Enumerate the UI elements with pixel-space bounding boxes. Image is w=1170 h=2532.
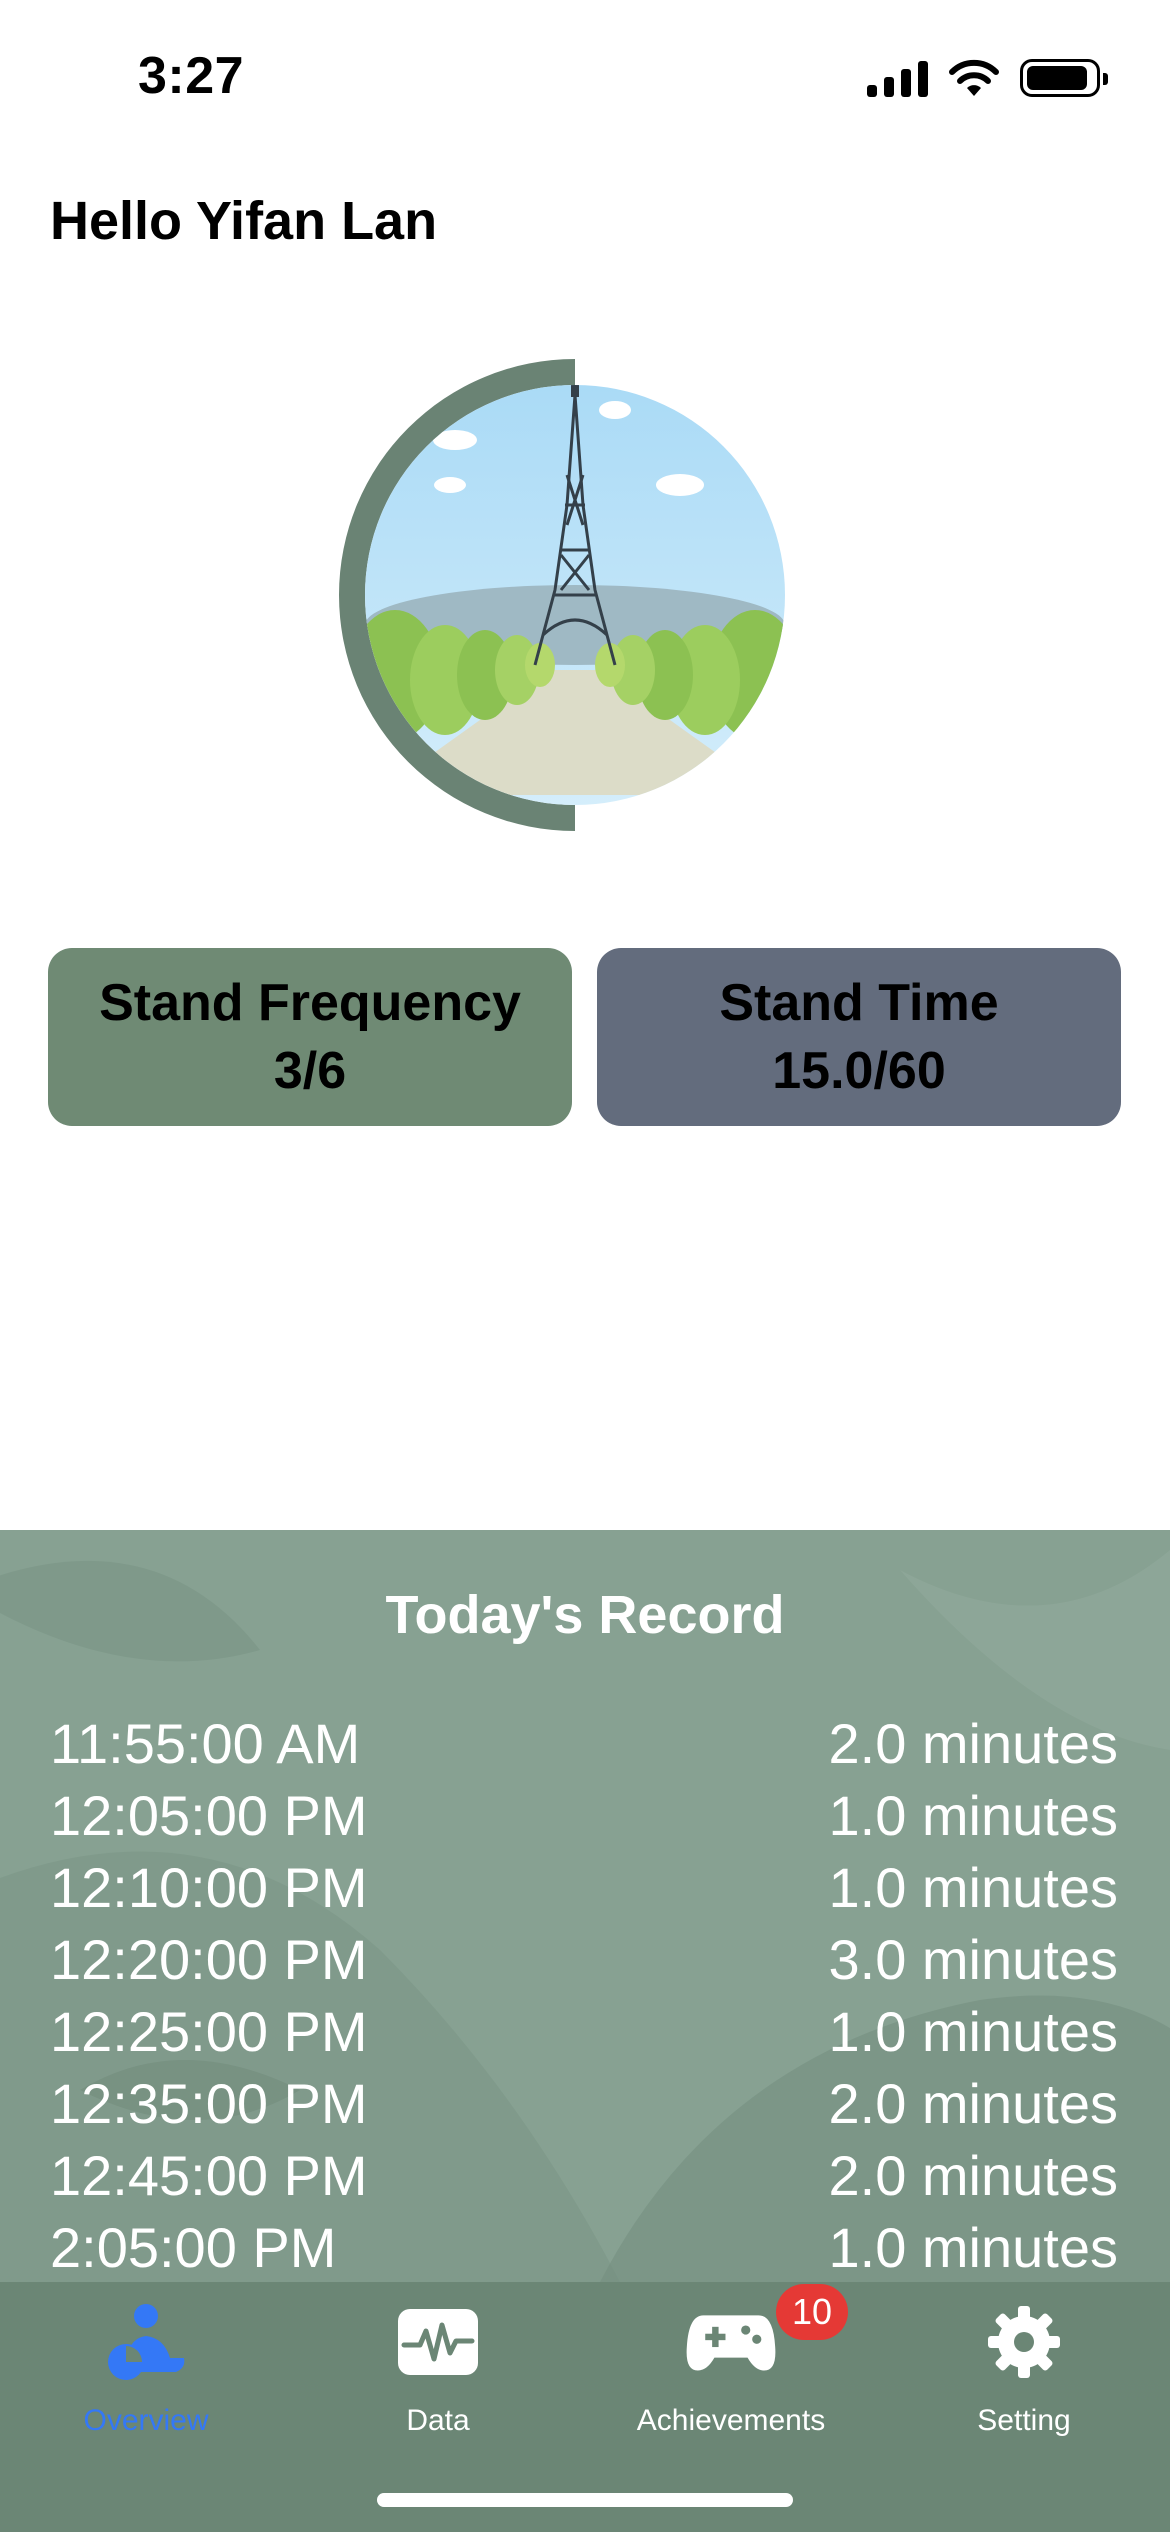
person-chart-icon — [100, 2302, 192, 2382]
progress-ring — [335, 355, 815, 845]
record-time: 12:45:00 PM — [50, 2144, 368, 2207]
home-indicator — [377, 2493, 793, 2507]
record-row: 12:35:00 PM 2.0 minutes — [50, 2068, 1118, 2140]
status-time: 3:27 — [138, 47, 245, 105]
record-time: 12:25:00 PM — [50, 2000, 368, 2063]
tab-overview[interactable]: Overview — [0, 2282, 292, 2442]
waveform-icon — [392, 2302, 484, 2382]
record-row: 11:55:00 AM 2.0 minutes — [50, 1708, 1118, 1780]
gamecontroller-icon — [685, 2302, 777, 2382]
status-icons — [867, 56, 1108, 100]
record-row: 12:05:00 PM 1.0 minutes — [50, 1780, 1118, 1852]
record-row: 12:10:00 PM 1.0 minutes — [50, 1852, 1118, 1924]
record-duration: 1.0 minutes — [828, 2000, 1119, 2063]
tab-data[interactable]: Data — [292, 2282, 584, 2442]
record-duration: 2.0 minutes — [828, 2072, 1119, 2135]
stand-frequency-value: 3/6 — [273, 1042, 347, 1100]
todays-record-panel: Today's Record 11:55:00 AM 2.0 minutes 1… — [0, 1530, 1170, 2282]
record-time: 12:10:00 PM — [50, 1856, 368, 1919]
record-time: 12:35:00 PM — [50, 2072, 368, 2135]
record-duration: 2.0 minutes — [828, 1712, 1119, 1775]
record-row: 12:20:00 PM 3.0 minutes — [50, 1924, 1118, 1996]
wifi-icon — [949, 59, 999, 96]
cellular-signal-icon — [867, 59, 928, 97]
achievements-badge: 10 — [776, 2284, 848, 2340]
stand-frequency-card: Stand Frequency 3/6 — [48, 948, 572, 1126]
status-bar: 3:27 — [0, 0, 1170, 150]
record-row: 2:05:00 PM 1.0 minutes — [50, 2212, 1118, 2282]
record-row: 12:45:00 PM 2.0 minutes — [50, 2140, 1118, 2212]
record-time: 11:55:00 AM — [50, 1712, 361, 1775]
stand-frequency-label: Stand Frequency — [99, 974, 521, 1032]
tab-overview-label: Overview — [83, 2404, 209, 2437]
stand-time-value: 15.0/60 — [772, 1042, 946, 1100]
tab-data-label: Data — [406, 2404, 470, 2437]
record-duration: 1.0 minutes — [828, 1784, 1119, 1847]
stand-time-label: Stand Time — [719, 974, 999, 1032]
record-duration: 3.0 minutes — [828, 1928, 1119, 1991]
record-row: 12:25:00 PM 1.0 minutes — [50, 1996, 1118, 2068]
record-duration: 1.0 minutes — [828, 2216, 1119, 2279]
record-time: 12:20:00 PM — [50, 1928, 368, 1991]
record-time: 12:05:00 PM — [50, 1784, 368, 1847]
gear-icon — [978, 2302, 1070, 2382]
tab-setting[interactable]: Setting — [878, 2282, 1170, 2442]
record-title: Today's Record — [385, 1585, 785, 1645]
record-list: 11:55:00 AM 2.0 minutes 12:05:00 PM 1.0 … — [50, 1708, 1118, 2282]
greeting-title: Hello Yifan Lan — [50, 191, 438, 251]
stand-time-card: Stand Time 15.0/60 — [597, 948, 1121, 1126]
tab-setting-label: Setting — [977, 2404, 1071, 2437]
record-time: 2:05:00 PM — [50, 2216, 337, 2279]
tab-achievements-label: Achievements — [636, 2404, 826, 2437]
record-duration: 2.0 minutes — [828, 2144, 1119, 2207]
battery-icon — [1020, 59, 1108, 97]
record-duration: 1.0 minutes — [828, 1856, 1119, 1919]
